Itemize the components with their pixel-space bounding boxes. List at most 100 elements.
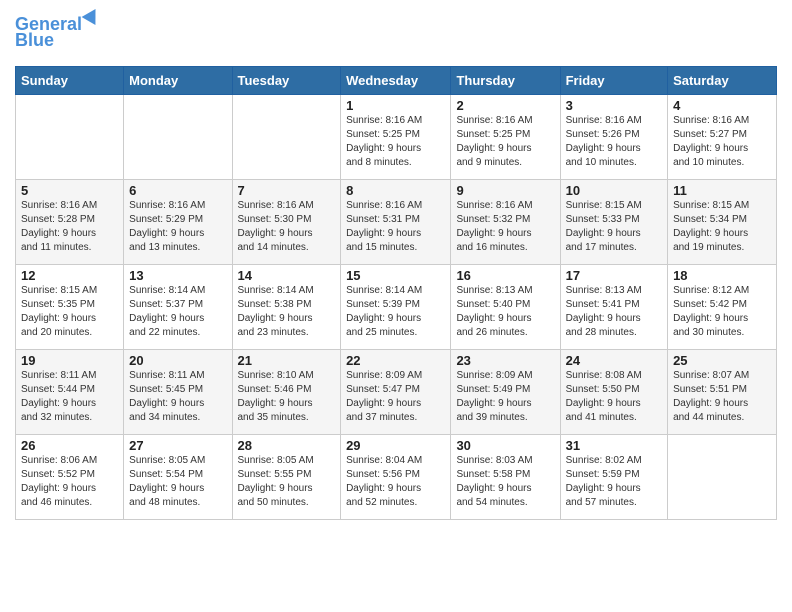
- calendar-cell: 20Sunrise: 8:11 AMSunset: 5:45 PMDayligh…: [124, 349, 232, 434]
- logo-blue: Blue: [15, 31, 54, 51]
- cell-day-number: 5: [21, 183, 118, 198]
- header: General Blue: [15, 10, 777, 56]
- calendar-table: SundayMondayTuesdayWednesdayThursdayFrid…: [15, 66, 777, 520]
- cell-day-number: 27: [129, 438, 226, 453]
- cell-info-text: Sunrise: 8:16 AMSunset: 5:27 PMDaylight:…: [673, 114, 771, 170]
- calendar-cell: 29Sunrise: 8:04 AMSunset: 5:56 PMDayligh…: [341, 434, 451, 519]
- calendar-cell: 15Sunrise: 8:14 AMSunset: 5:39 PMDayligh…: [341, 264, 451, 349]
- cell-info-text: Sunrise: 8:16 AMSunset: 5:28 PMDaylight:…: [21, 199, 118, 255]
- cell-day-number: 2: [456, 98, 554, 113]
- calendar-cell: [668, 434, 777, 519]
- cell-info-text: Sunrise: 8:16 AMSunset: 5:26 PMDaylight:…: [566, 114, 662, 170]
- cell-day-number: 8: [346, 183, 445, 198]
- cell-day-number: 20: [129, 353, 226, 368]
- calendar-cell: 9Sunrise: 8:16 AMSunset: 5:32 PMDaylight…: [451, 179, 560, 264]
- cell-day-number: 1: [346, 98, 445, 113]
- cell-day-number: 6: [129, 183, 226, 198]
- cell-info-text: Sunrise: 8:10 AMSunset: 5:46 PMDaylight:…: [238, 369, 336, 425]
- calendar-cell: 8Sunrise: 8:16 AMSunset: 5:31 PMDaylight…: [341, 179, 451, 264]
- cell-info-text: Sunrise: 8:07 AMSunset: 5:51 PMDaylight:…: [673, 369, 771, 425]
- cell-day-number: 10: [566, 183, 662, 198]
- cell-day-number: 19: [21, 353, 118, 368]
- calendar-cell: 6Sunrise: 8:16 AMSunset: 5:29 PMDaylight…: [124, 179, 232, 264]
- cell-info-text: Sunrise: 8:16 AMSunset: 5:32 PMDaylight:…: [456, 199, 554, 255]
- cell-info-text: Sunrise: 8:14 AMSunset: 5:39 PMDaylight:…: [346, 284, 445, 340]
- calendar-cell: 17Sunrise: 8:13 AMSunset: 5:41 PMDayligh…: [560, 264, 667, 349]
- calendar-cell: 31Sunrise: 8:02 AMSunset: 5:59 PMDayligh…: [560, 434, 667, 519]
- cell-info-text: Sunrise: 8:09 AMSunset: 5:49 PMDaylight:…: [456, 369, 554, 425]
- cell-info-text: Sunrise: 8:13 AMSunset: 5:41 PMDaylight:…: [566, 284, 662, 340]
- cell-day-number: 17: [566, 268, 662, 283]
- cell-day-number: 4: [673, 98, 771, 113]
- calendar-cell: 21Sunrise: 8:10 AMSunset: 5:46 PMDayligh…: [232, 349, 341, 434]
- calendar-cell: 23Sunrise: 8:09 AMSunset: 5:49 PMDayligh…: [451, 349, 560, 434]
- calendar-cell: 18Sunrise: 8:12 AMSunset: 5:42 PMDayligh…: [668, 264, 777, 349]
- calendar-cell: 2Sunrise: 8:16 AMSunset: 5:25 PMDaylight…: [451, 94, 560, 179]
- cell-info-text: Sunrise: 8:05 AMSunset: 5:55 PMDaylight:…: [238, 454, 336, 510]
- cell-info-text: Sunrise: 8:09 AMSunset: 5:47 PMDaylight:…: [346, 369, 445, 425]
- cell-day-number: 12: [21, 268, 118, 283]
- cell-day-number: 26: [21, 438, 118, 453]
- cell-info-text: Sunrise: 8:04 AMSunset: 5:56 PMDaylight:…: [346, 454, 445, 510]
- logo: General Blue: [15, 15, 100, 51]
- cell-info-text: Sunrise: 8:11 AMSunset: 5:45 PMDaylight:…: [129, 369, 226, 425]
- cell-info-text: Sunrise: 8:12 AMSunset: 5:42 PMDaylight:…: [673, 284, 771, 340]
- weekday-header-sunday: Sunday: [16, 66, 124, 94]
- calendar-cell: 26Sunrise: 8:06 AMSunset: 5:52 PMDayligh…: [16, 434, 124, 519]
- cell-day-number: 21: [238, 353, 336, 368]
- cell-info-text: Sunrise: 8:16 AMSunset: 5:25 PMDaylight:…: [456, 114, 554, 170]
- calendar-cell: 24Sunrise: 8:08 AMSunset: 5:50 PMDayligh…: [560, 349, 667, 434]
- cell-info-text: Sunrise: 8:13 AMSunset: 5:40 PMDaylight:…: [456, 284, 554, 340]
- calendar-cell: 5Sunrise: 8:16 AMSunset: 5:28 PMDaylight…: [16, 179, 124, 264]
- calendar-cell: 11Sunrise: 8:15 AMSunset: 5:34 PMDayligh…: [668, 179, 777, 264]
- cell-day-number: 15: [346, 268, 445, 283]
- calendar-cell: 13Sunrise: 8:14 AMSunset: 5:37 PMDayligh…: [124, 264, 232, 349]
- calendar-week-row: 19Sunrise: 8:11 AMSunset: 5:44 PMDayligh…: [16, 349, 777, 434]
- calendar-cell: [124, 94, 232, 179]
- cell-day-number: 29: [346, 438, 445, 453]
- cell-info-text: Sunrise: 8:11 AMSunset: 5:44 PMDaylight:…: [21, 369, 118, 425]
- calendar-cell: 25Sunrise: 8:07 AMSunset: 5:51 PMDayligh…: [668, 349, 777, 434]
- calendar-cell: 28Sunrise: 8:05 AMSunset: 5:55 PMDayligh…: [232, 434, 341, 519]
- calendar-cell: 19Sunrise: 8:11 AMSunset: 5:44 PMDayligh…: [16, 349, 124, 434]
- cell-day-number: 22: [346, 353, 445, 368]
- calendar-cell: 3Sunrise: 8:16 AMSunset: 5:26 PMDaylight…: [560, 94, 667, 179]
- cell-info-text: Sunrise: 8:03 AMSunset: 5:58 PMDaylight:…: [456, 454, 554, 510]
- cell-day-number: 13: [129, 268, 226, 283]
- calendar-cell: 10Sunrise: 8:15 AMSunset: 5:33 PMDayligh…: [560, 179, 667, 264]
- calendar-cell: 4Sunrise: 8:16 AMSunset: 5:27 PMDaylight…: [668, 94, 777, 179]
- calendar-cell: 1Sunrise: 8:16 AMSunset: 5:25 PMDaylight…: [341, 94, 451, 179]
- cell-info-text: Sunrise: 8:16 AMSunset: 5:31 PMDaylight:…: [346, 199, 445, 255]
- cell-info-text: Sunrise: 8:15 AMSunset: 5:33 PMDaylight:…: [566, 199, 662, 255]
- page: General Blue SundayMondayTuesdayWednesda…: [0, 0, 792, 535]
- cell-day-number: 24: [566, 353, 662, 368]
- calendar-cell: [16, 94, 124, 179]
- calendar-cell: 12Sunrise: 8:15 AMSunset: 5:35 PMDayligh…: [16, 264, 124, 349]
- calendar-cell: 22Sunrise: 8:09 AMSunset: 5:47 PMDayligh…: [341, 349, 451, 434]
- weekday-header-wednesday: Wednesday: [341, 66, 451, 94]
- cell-info-text: Sunrise: 8:16 AMSunset: 5:29 PMDaylight:…: [129, 199, 226, 255]
- cell-day-number: 23: [456, 353, 554, 368]
- calendar-week-row: 5Sunrise: 8:16 AMSunset: 5:28 PMDaylight…: [16, 179, 777, 264]
- cell-info-text: Sunrise: 8:14 AMSunset: 5:37 PMDaylight:…: [129, 284, 226, 340]
- cell-day-number: 9: [456, 183, 554, 198]
- cell-day-number: 16: [456, 268, 554, 283]
- cell-day-number: 25: [673, 353, 771, 368]
- weekday-header-friday: Friday: [560, 66, 667, 94]
- calendar-cell: 14Sunrise: 8:14 AMSunset: 5:38 PMDayligh…: [232, 264, 341, 349]
- cell-info-text: Sunrise: 8:05 AMSunset: 5:54 PMDaylight:…: [129, 454, 226, 510]
- cell-day-number: 28: [238, 438, 336, 453]
- cell-info-text: Sunrise: 8:08 AMSunset: 5:50 PMDaylight:…: [566, 369, 662, 425]
- weekday-header-thursday: Thursday: [451, 66, 560, 94]
- logo-triangle-icon: [82, 5, 103, 25]
- cell-day-number: 3: [566, 98, 662, 113]
- weekday-header-monday: Monday: [124, 66, 232, 94]
- cell-day-number: 31: [566, 438, 662, 453]
- calendar-week-row: 12Sunrise: 8:15 AMSunset: 5:35 PMDayligh…: [16, 264, 777, 349]
- calendar-cell: 7Sunrise: 8:16 AMSunset: 5:30 PMDaylight…: [232, 179, 341, 264]
- weekday-header-tuesday: Tuesday: [232, 66, 341, 94]
- calendar-cell: 30Sunrise: 8:03 AMSunset: 5:58 PMDayligh…: [451, 434, 560, 519]
- cell-day-number: 14: [238, 268, 336, 283]
- calendar-cell: 16Sunrise: 8:13 AMSunset: 5:40 PMDayligh…: [451, 264, 560, 349]
- weekday-header-row: SundayMondayTuesdayWednesdayThursdayFrid…: [16, 66, 777, 94]
